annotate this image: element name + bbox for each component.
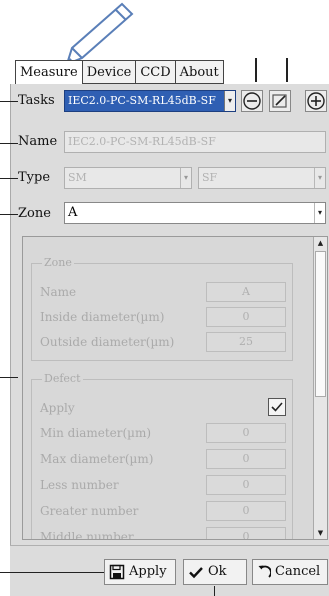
less-number-label: Less number xyxy=(40,478,119,492)
type-label: Type xyxy=(18,170,51,185)
vertical-scrollbar[interactable]: ▲ ▼ xyxy=(313,237,327,539)
save-icon xyxy=(109,564,125,580)
greater-number-field[interactable]: 0 xyxy=(206,501,286,521)
plus-circle-icon xyxy=(307,92,325,110)
scroll-down-icon[interactable]: ▼ xyxy=(314,527,327,539)
checkmark-icon xyxy=(189,567,203,579)
zone-group: Zone Name A Inside diameter(µm) 0 Outsid… xyxy=(31,256,293,361)
type-select-1[interactable]: SM ▾ xyxy=(64,167,192,189)
type-select-2[interactable]: SF ▾ xyxy=(198,167,326,189)
greater-number-label: Greater number xyxy=(40,504,139,518)
chevron-down-icon[interactable]: ▾ xyxy=(314,168,325,188)
ok-button-label: Ok xyxy=(208,564,227,579)
type-select-2-value: SF xyxy=(202,171,218,184)
zone-name-label: Name xyxy=(40,285,77,299)
zone-group-title: Zone xyxy=(42,256,74,269)
apply-button-label: Apply xyxy=(129,564,167,579)
name-label: Name xyxy=(18,134,58,149)
zone-label: Zone xyxy=(18,206,51,221)
chevron-down-icon[interactable]: ▾ xyxy=(180,168,191,188)
minus-circle-icon xyxy=(243,92,261,110)
inside-diameter-label: Inside diameter(µm) xyxy=(40,310,165,324)
middle-number-field[interactable]: 0 xyxy=(206,527,286,539)
defect-apply-label: Apply xyxy=(40,401,75,415)
name-input-value: IEC2.0-PC-SM-RL45dB-SF xyxy=(68,135,216,148)
defect-apply-checkbox[interactable] xyxy=(268,398,286,416)
defect-group-title: Defect xyxy=(42,372,83,385)
edit-task-button[interactable] xyxy=(269,90,291,112)
tab-device[interactable]: Device xyxy=(82,60,137,84)
cancel-button-label: Cancel xyxy=(275,564,321,579)
tab-bar: Measure Device CCD About xyxy=(15,60,241,84)
cancel-button[interactable]: Cancel xyxy=(252,559,328,585)
chevron-down-icon[interactable]: ▾ xyxy=(314,203,325,223)
callout-line xyxy=(214,586,215,596)
callout-line xyxy=(0,214,18,215)
outside-diameter-field[interactable]: 25 xyxy=(206,332,286,352)
callout-line xyxy=(0,101,18,102)
edit-icon xyxy=(272,94,287,108)
callout-line xyxy=(255,58,257,82)
inside-diameter-field[interactable]: 0 xyxy=(206,307,286,327)
callout-line xyxy=(0,572,104,573)
zone-name-field[interactable]: A xyxy=(206,282,286,302)
zone-settings-scroll-area[interactable]: Zone Name A Inside diameter(µm) 0 Outsid… xyxy=(22,236,328,540)
name-input[interactable]: IEC2.0-PC-SM-RL45dB-SF xyxy=(64,131,326,153)
scroll-up-icon[interactable]: ▲ xyxy=(314,237,327,249)
callout-line xyxy=(0,143,18,144)
add-task-button[interactable] xyxy=(305,90,327,112)
min-diameter-field[interactable]: 0 xyxy=(206,423,286,443)
max-diameter-field[interactable]: 0 xyxy=(206,449,286,469)
tasks-select[interactable]: IEC2.0-PC-SM-RL45dB-SF ▾ xyxy=(64,90,236,112)
less-number-field[interactable]: 0 xyxy=(206,475,286,495)
ok-button[interactable]: Ok xyxy=(183,559,247,585)
remove-task-button[interactable] xyxy=(241,90,263,112)
checkmark-icon xyxy=(271,402,283,412)
callout-line xyxy=(0,178,18,179)
callout-line xyxy=(0,377,18,378)
scrollbar-thumb[interactable] xyxy=(315,251,326,397)
type-select-1-value: SM xyxy=(68,171,87,184)
tab-about[interactable]: About xyxy=(175,60,224,84)
tasks-label: Tasks xyxy=(18,93,55,108)
zone-select-value: A xyxy=(68,205,78,220)
outside-diameter-label: Outside diameter(µm) xyxy=(40,335,175,349)
max-diameter-label: Max diameter(µm) xyxy=(40,452,154,466)
undo-icon xyxy=(258,565,271,578)
tab-ccd[interactable]: CCD xyxy=(136,60,176,84)
apply-button[interactable]: Apply xyxy=(104,559,176,585)
zone-select[interactable]: A ▾ xyxy=(64,202,326,224)
tab-measure[interactable]: Measure xyxy=(15,60,83,84)
middle-number-label: Middle number xyxy=(40,530,134,540)
tasks-select-value: IEC2.0-PC-SM-RL45dB-SF xyxy=(68,94,216,107)
min-diameter-label: Min diameter(µm) xyxy=(40,426,152,440)
defect-group: Defect Apply Min diameter(µm) 0 Max diam… xyxy=(31,372,293,540)
callout-line xyxy=(286,58,288,82)
chevron-down-icon[interactable]: ▾ xyxy=(224,91,235,111)
